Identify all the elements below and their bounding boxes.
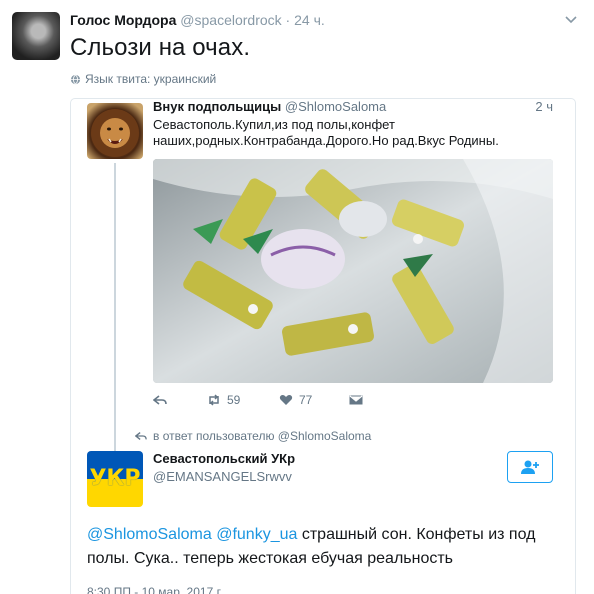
follow-icon xyxy=(521,460,539,474)
quoted-time[interactable]: 2 ч xyxy=(535,99,553,114)
caret-down-icon[interactable] xyxy=(562,10,580,28)
quoted-text: Севастополь.Купил,из под полы,конфет наш… xyxy=(153,117,499,148)
quoted-author-handle[interactable]: @ShlomoSaloma xyxy=(285,99,386,114)
quoted-author-avatar[interactable] xyxy=(87,103,143,159)
reply-to-text[interactable]: в ответ пользователю @ShlomoSaloma xyxy=(153,429,371,443)
retweet-count: 59 xyxy=(227,393,241,407)
retweet-icon xyxy=(209,394,219,406)
reply-to-label: в ответ пользователю @ShlomoSaloma xyxy=(135,429,371,443)
like-count: 77 xyxy=(299,393,313,407)
candy-bag-image xyxy=(153,159,553,383)
reply-author-avatar[interactable]: УКР xyxy=(87,451,143,507)
like-action[interactable]: 77 xyxy=(279,393,312,407)
mention-link[interactable]: @ShlomoSaloma xyxy=(87,526,212,543)
author-handle[interactable]: @spacelordrock xyxy=(180,12,281,28)
mention-link[interactable]: @funky_ua xyxy=(216,526,297,543)
reply-timestamp[interactable]: 8:30 ПП - 10 мар. 2017 г. xyxy=(87,585,223,594)
quoted-author-name[interactable]: Внук подпольщицы xyxy=(153,99,281,114)
separator-dot: · xyxy=(285,12,291,28)
follow-button[interactable] xyxy=(507,451,553,483)
author-name[interactable]: Голос Мордора xyxy=(70,12,176,28)
tweet-time[interactable]: 24 ч. xyxy=(294,12,325,28)
reply-author-handle[interactable]: @EMANSANGELSrwvv xyxy=(153,469,292,484)
reply-icon xyxy=(153,395,167,405)
candy-photo[interactable] xyxy=(153,159,553,383)
author-avatar[interactable] xyxy=(12,12,60,60)
reply-action[interactable] xyxy=(153,393,167,407)
dm-action[interactable] xyxy=(349,393,363,407)
tweet-header: Голос Мордора @spacelordrock · 24 ч. xyxy=(70,12,325,28)
tweet: Голос Мордора @spacelordrock · 24 ч. Сль… xyxy=(0,0,594,594)
tweet-language: Язык твита: украинский xyxy=(70,72,216,86)
avatar-label: УКР xyxy=(89,466,141,491)
reply-icon xyxy=(135,432,147,440)
lion-avatar-image xyxy=(91,109,139,157)
heart-icon xyxy=(279,395,293,405)
tweet-language-label: Язык твита: украинский xyxy=(85,72,217,86)
dm-icon xyxy=(349,395,363,405)
retweet-action[interactable]: 59 xyxy=(207,393,240,407)
quoted-header: Внук подпольщицы @ShlomoSaloma xyxy=(153,99,386,114)
reply-author-name[interactable]: Севастопольский УКр xyxy=(153,451,295,466)
thread-line xyxy=(114,163,116,475)
reply-text: @ShlomoSaloma @funky_ua страшный сон. Ко… xyxy=(87,523,557,571)
quoted-thread-card[interactable]: Внук подпольщицы @ShlomoSaloma 2 ч Севас… xyxy=(70,98,576,594)
tweet-text: Сльози на очах. xyxy=(70,34,251,61)
globe-icon xyxy=(70,74,81,84)
